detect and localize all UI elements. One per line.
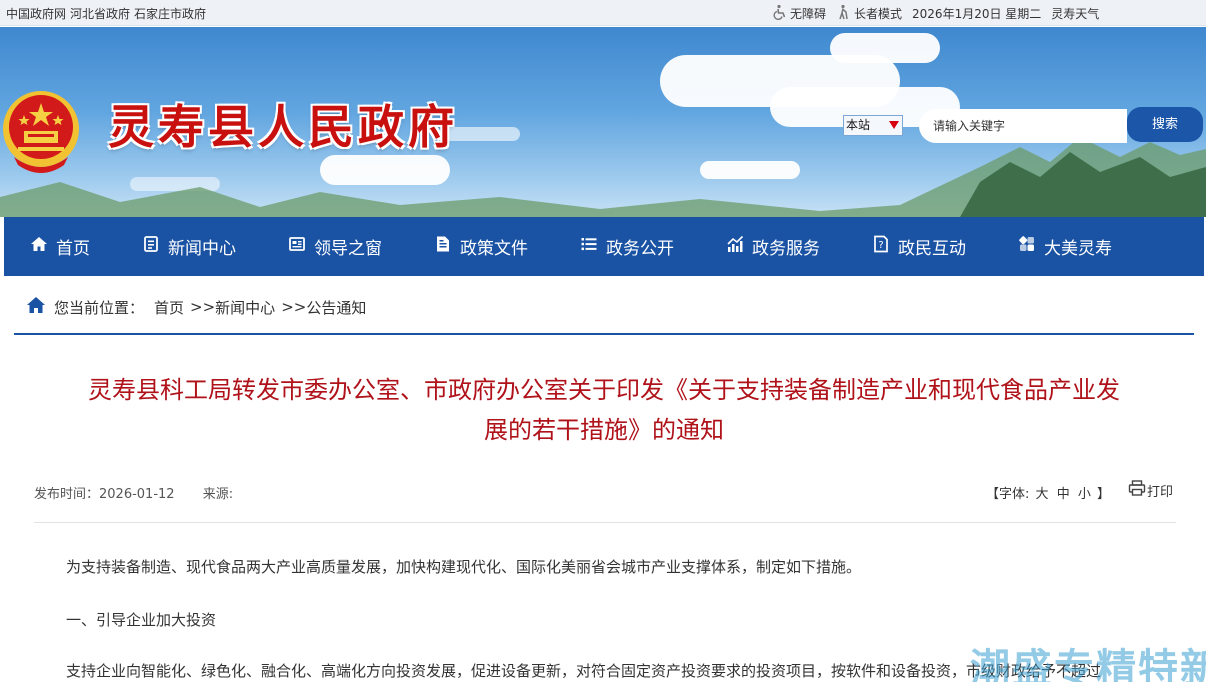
elder-mode-button[interactable]: 长者模式 (836, 4, 902, 23)
national-emblem-icon (0, 85, 82, 177)
content-area: 您当前位置： 首页 >> 新闻中心 >> 公告通知 灵寿县科工局转发市委办公室、… (4, 284, 1204, 682)
nav-item-leaders[interactable]: 领导之窗 (288, 217, 382, 276)
printer-icon (1128, 480, 1147, 500)
nav-label: 政民互动 (898, 239, 966, 259)
font-size-close: 】 (1097, 487, 1111, 502)
font-size-medium-button[interactable]: 中 (1057, 487, 1070, 502)
top-tools: 无障碍 长者模式 2026年1月20日 星期二 灵寿天气 (772, 4, 1099, 23)
document-icon (434, 235, 460, 258)
home-icon (30, 235, 56, 258)
chart-icon (726, 235, 752, 258)
breadcrumb: 您当前位置： 首页 >> 新闻中心 >> 公告通知 (26, 296, 366, 318)
list-icon (580, 235, 606, 258)
article-title-line: 展的若干措施》的通知 (484, 416, 724, 444)
font-size-controls: 【字体: 大 中 小 】 (986, 483, 1110, 502)
nav-item-scenery[interactable]: 大美灵寿 (1018, 217, 1112, 276)
site-title: 灵寿县人民政府 (108, 100, 458, 154)
elder-icon (836, 4, 852, 23)
article-title: 灵寿县科工局转发市委办公室、市政府办公室关于印发《关于支持装备制造产业和现代食品… (34, 370, 1174, 450)
link-hebei-gov[interactable]: 河北省政府 (70, 7, 130, 21)
nav-item-interaction[interactable]: ? 政民互动 (872, 217, 966, 276)
top-bar: 中国政府网 河北省政府 石家庄市政府 无障碍 长者模式 2026年1月20日 星期二… (0, 0, 1206, 26)
nav-label: 领导之窗 (314, 239, 382, 259)
news-icon (142, 235, 168, 258)
font-size-label: 【字体: (986, 487, 1030, 502)
nav-label: 首页 (56, 239, 90, 259)
breadcrumb-label: 您当前位置： (54, 298, 145, 317)
search-button[interactable]: 搜索 (1127, 107, 1203, 142)
font-size-small-button[interactable]: 小 (1078, 487, 1091, 502)
svg-text:?: ? (878, 240, 883, 251)
dropdown-arrow-icon (889, 121, 899, 129)
breadcrumb-separator: >> (190, 298, 216, 316)
link-central-gov[interactable]: 中国政府网 (6, 7, 66, 21)
current-date: 2026年1月20日 星期二 (912, 7, 1042, 21)
print-button[interactable]: 打印 (1128, 480, 1173, 500)
nav-item-home[interactable]: 首页 (30, 217, 90, 276)
nav-item-services[interactable]: 政务服务 (726, 217, 820, 276)
breadcrumb-notice-link[interactable]: 公告通知 (306, 297, 366, 318)
top-links: 中国政府网 河北省政府 石家庄市政府 (6, 5, 210, 22)
search-scope-select[interactable]: 本站 (843, 115, 903, 136)
article-meta: 发布时间：2026-01-12 来源: (34, 483, 245, 502)
font-size-large-button[interactable]: 大 (1036, 487, 1049, 502)
breadcrumb-home-link[interactable]: 首页 (154, 297, 184, 318)
print-label: 打印 (1147, 484, 1174, 500)
nav-item-open-affairs[interactable]: 政务公开 (580, 217, 674, 276)
accessibility-label: 无障碍 (790, 7, 827, 21)
search-input[interactable]: 请输入关键字 (919, 109, 1127, 143)
article-title-line: 灵寿县科工局转发市委办公室、市政府办公室关于印发《关于支持装备制造产业和现代食品… (88, 376, 1120, 404)
nav-label: 政务服务 (752, 239, 820, 259)
publish-date: 2026-01-12 (99, 487, 175, 502)
nav-label: 大美灵寿 (1044, 239, 1112, 259)
nav-label: 新闻中心 (168, 239, 236, 259)
scenery-icon (1018, 235, 1044, 258)
elder-mode-label: 长者模式 (854, 7, 903, 21)
interaction-icon: ? (872, 235, 898, 258)
header-banner: 灵寿县人民政府 本站 请输入关键字 搜索 (0, 27, 1206, 217)
nav-item-policy[interactable]: 政策文件 (434, 217, 528, 276)
publish-info: 发布时间：2026-01-12 (34, 487, 187, 502)
nav-label: 政策文件 (460, 239, 528, 259)
watermark: 潮盛专精特新 (970, 646, 1206, 682)
source-label: 来源: (202, 487, 234, 502)
breadcrumb-separator: >> (281, 298, 307, 316)
nav-item-news[interactable]: 新闻中心 (142, 217, 236, 276)
breadcrumb-divider (14, 333, 1194, 335)
breadcrumb-news-link[interactable]: 新闻中心 (215, 297, 275, 318)
nav-label: 政务公开 (606, 239, 674, 259)
link-shijiazhuang-gov[interactable]: 石家庄市政府 (134, 7, 206, 21)
article-paragraph: 一、引导企业加大投资 (66, 611, 217, 629)
leader-icon (288, 235, 314, 258)
cloud-decoration (830, 33, 940, 63)
weather-link[interactable]: 灵寿天气 (1051, 5, 1099, 22)
wheelchair-icon (772, 4, 788, 23)
publish-label: 发布时间： (34, 487, 100, 502)
search-scope-value: 本站 (846, 118, 871, 132)
article-paragraph: 为支持装备制造、现代食品两大产业高质量发展，加快构建现代化、国际化美丽省会城市产… (66, 558, 862, 576)
home-icon (26, 296, 54, 318)
accessibility-button[interactable]: 无障碍 (772, 4, 826, 23)
main-nav: 首页 新闻中心 领导之窗 政策文件 政务公开 政务服务 ? 政民互动 大美灵寿 (4, 217, 1204, 276)
article-paragraph: 支持企业向智能化、绿色化、融合化、高端化方向投资发展，促进设备更新，对符合固定资… (66, 662, 1102, 680)
meta-divider (34, 522, 1176, 523)
